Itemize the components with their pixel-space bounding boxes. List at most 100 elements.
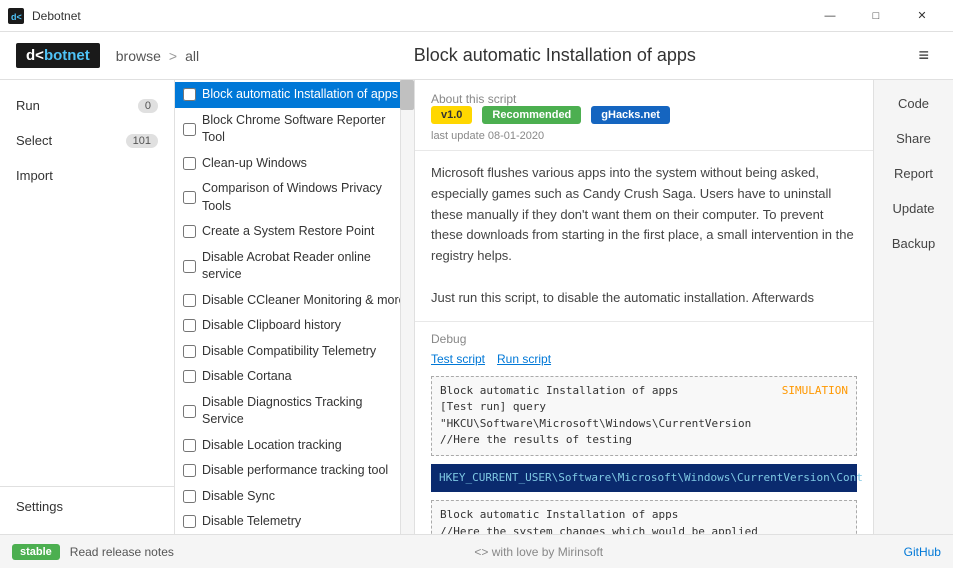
titlebar-title: Debotnet bbox=[32, 9, 81, 23]
script-checkbox[interactable] bbox=[183, 191, 196, 204]
script-checkbox[interactable] bbox=[183, 294, 196, 307]
scrollbar[interactable] bbox=[400, 80, 414, 534]
menu-button[interactable]: ≡ bbox=[910, 41, 937, 70]
list-item[interactable]: Disable Diagnostics Tracking Service bbox=[175, 390, 414, 433]
titlebar-controls: — □ ✕ bbox=[807, 0, 945, 32]
report-button[interactable]: Report bbox=[880, 158, 948, 189]
list-item[interactable]: Disable Acrobat Reader online service bbox=[175, 245, 414, 288]
debug-section: Debug Test script Run script SIMULATION … bbox=[415, 322, 873, 534]
breadcrumb-browse[interactable]: browse bbox=[116, 48, 161, 64]
script-checkbox[interactable] bbox=[183, 515, 196, 528]
import-label: Import bbox=[16, 168, 53, 183]
list-item[interactable]: Create a System Restore Point bbox=[175, 219, 414, 245]
script-checkbox[interactable] bbox=[183, 225, 196, 238]
script-checkbox[interactable] bbox=[183, 88, 196, 101]
script-checkbox[interactable] bbox=[183, 405, 196, 418]
release-notes-link[interactable]: Read release notes bbox=[70, 545, 174, 559]
attribution: <> with love by Mirinsoft bbox=[474, 545, 603, 559]
bottombar-left: stable Read release notes bbox=[12, 544, 174, 560]
script-label: Disable CCleaner Monitoring & more bbox=[202, 292, 406, 310]
list-item[interactable]: Block automatic Installation of apps bbox=[175, 82, 414, 108]
run-script-link[interactable]: Run script bbox=[497, 352, 551, 366]
badge-row: v1.0 Recommended gHacks.net bbox=[431, 106, 857, 124]
list-item[interactable]: Disable Location tracking bbox=[175, 433, 414, 459]
list-item[interactable]: Disable Compatibility Telemetry bbox=[175, 339, 414, 365]
script-list: Block automatic Installation of apps Bloc… bbox=[175, 80, 415, 534]
ghacks-badge[interactable]: gHacks.net bbox=[591, 106, 670, 124]
code-line-3: //Here the results of testing bbox=[440, 432, 848, 449]
breadcrumb: browse > all bbox=[116, 48, 199, 64]
script-checkbox[interactable] bbox=[183, 490, 196, 503]
sidebar-item-run[interactable]: Run 0 bbox=[0, 88, 174, 123]
script-checkbox[interactable] bbox=[183, 370, 196, 383]
list-item[interactable]: Comparison of Windows Privacy Tools bbox=[175, 176, 414, 219]
sidebar-item-settings[interactable]: Settings bbox=[0, 486, 174, 526]
script-label: Disable Diagnostics Tracking Service bbox=[202, 394, 406, 429]
changes-line-2: //Here the system changes which would be… bbox=[440, 524, 848, 534]
sidebar-spacer bbox=[0, 193, 174, 486]
detail-header: About this script v1.0 Recommended gHack… bbox=[415, 80, 873, 151]
share-button[interactable]: Share bbox=[880, 123, 948, 154]
list-item[interactable]: Disable Telemetry bbox=[175, 509, 414, 534]
select-label: Select bbox=[16, 133, 52, 148]
list-item[interactable]: Disable Cortana bbox=[175, 364, 414, 390]
list-item[interactable]: Disable Sync bbox=[175, 484, 414, 510]
description-text: Microsoft flushes various apps into the … bbox=[431, 163, 857, 267]
script-label: Disable Compatibility Telemetry bbox=[202, 343, 376, 361]
script-label: Disable Telemetry bbox=[202, 513, 301, 531]
debug-label: Debug bbox=[431, 332, 857, 346]
script-checkbox[interactable] bbox=[183, 464, 196, 477]
left-sidebar: Run 0 Select 101 Import Settings bbox=[0, 80, 175, 534]
update-button[interactable]: Update bbox=[880, 193, 948, 224]
stable-badge: stable bbox=[12, 544, 60, 560]
script-checkbox[interactable] bbox=[183, 260, 196, 273]
script-checkbox[interactable] bbox=[183, 123, 196, 136]
sidebar-item-import[interactable]: Import bbox=[0, 158, 174, 193]
changes-line-1: Block automatic Installation of apps bbox=[440, 507, 848, 524]
main-content: Run 0 Select 101 Import Settings Block a… bbox=[0, 80, 953, 534]
script-label: Disable Sync bbox=[202, 488, 275, 506]
sidebar-item-select[interactable]: Select 101 bbox=[0, 123, 174, 158]
code-button[interactable]: Code bbox=[880, 88, 948, 119]
svg-text:d<: d< bbox=[11, 12, 22, 22]
titlebar: d< Debotnet — □ ✕ bbox=[0, 0, 953, 32]
list-item[interactable]: Disable performance tracking tool bbox=[175, 458, 414, 484]
list-item[interactable]: Clean-up Windows bbox=[175, 151, 414, 177]
run-label: Run bbox=[16, 98, 40, 113]
script-label: Clean-up Windows bbox=[202, 155, 307, 173]
debug-links: Test script Run script bbox=[431, 352, 857, 366]
last-update: last update 08-01-2020 bbox=[431, 130, 857, 142]
page-title: Block automatic Installation of apps bbox=[215, 45, 894, 66]
script-checkbox[interactable] bbox=[183, 345, 196, 358]
script-checkbox[interactable] bbox=[183, 439, 196, 452]
github-link[interactable]: GitHub bbox=[904, 545, 941, 559]
list-item[interactable]: Disable CCleaner Monitoring & more bbox=[175, 288, 414, 314]
version-badge: v1.0 bbox=[431, 106, 472, 124]
script-checkbox[interactable] bbox=[183, 319, 196, 332]
select-badge: 101 bbox=[126, 134, 158, 148]
test-script-link[interactable]: Test script bbox=[431, 352, 485, 366]
headerbar: d<botnet browse > all Block automatic In… bbox=[0, 32, 953, 80]
description-block: Microsoft flushes various apps into the … bbox=[415, 151, 873, 322]
recommended-badge: Recommended bbox=[482, 106, 581, 124]
close-button[interactable]: ✕ bbox=[899, 0, 945, 32]
script-label: Block Chrome Software Reporter Tool bbox=[202, 112, 406, 147]
list-item[interactable]: Disable Clipboard history bbox=[175, 313, 414, 339]
script-label: Disable Cortana bbox=[202, 368, 292, 386]
detail-panel: About this script v1.0 Recommended gHack… bbox=[415, 80, 873, 534]
bottombar: stable Read release notes <> with love b… bbox=[0, 534, 953, 568]
list-item[interactable]: Block Chrome Software Reporter Tool bbox=[175, 108, 414, 151]
script-checkbox[interactable] bbox=[183, 157, 196, 170]
backup-button[interactable]: Backup bbox=[880, 228, 948, 259]
titlebar-left: d< Debotnet bbox=[8, 8, 81, 24]
minimize-button[interactable]: — bbox=[807, 0, 853, 32]
script-label: Disable performance tracking tool bbox=[202, 462, 388, 480]
right-panel: Code Share Report Update Backup bbox=[873, 80, 953, 534]
registry-line: HKEY_CURRENT_USER\Software\Microsoft\Win… bbox=[439, 470, 849, 487]
breadcrumb-separator: > bbox=[169, 48, 177, 64]
description-text2: Just run this script, to disable the aut… bbox=[431, 288, 857, 309]
breadcrumb-section[interactable]: all bbox=[185, 48, 199, 64]
maximize-button[interactable]: □ bbox=[853, 0, 899, 32]
code-block-registry: HKEY_CURRENT_USER\Software\Microsoft\Win… bbox=[431, 464, 857, 493]
scroll-thumb[interactable] bbox=[400, 80, 414, 110]
